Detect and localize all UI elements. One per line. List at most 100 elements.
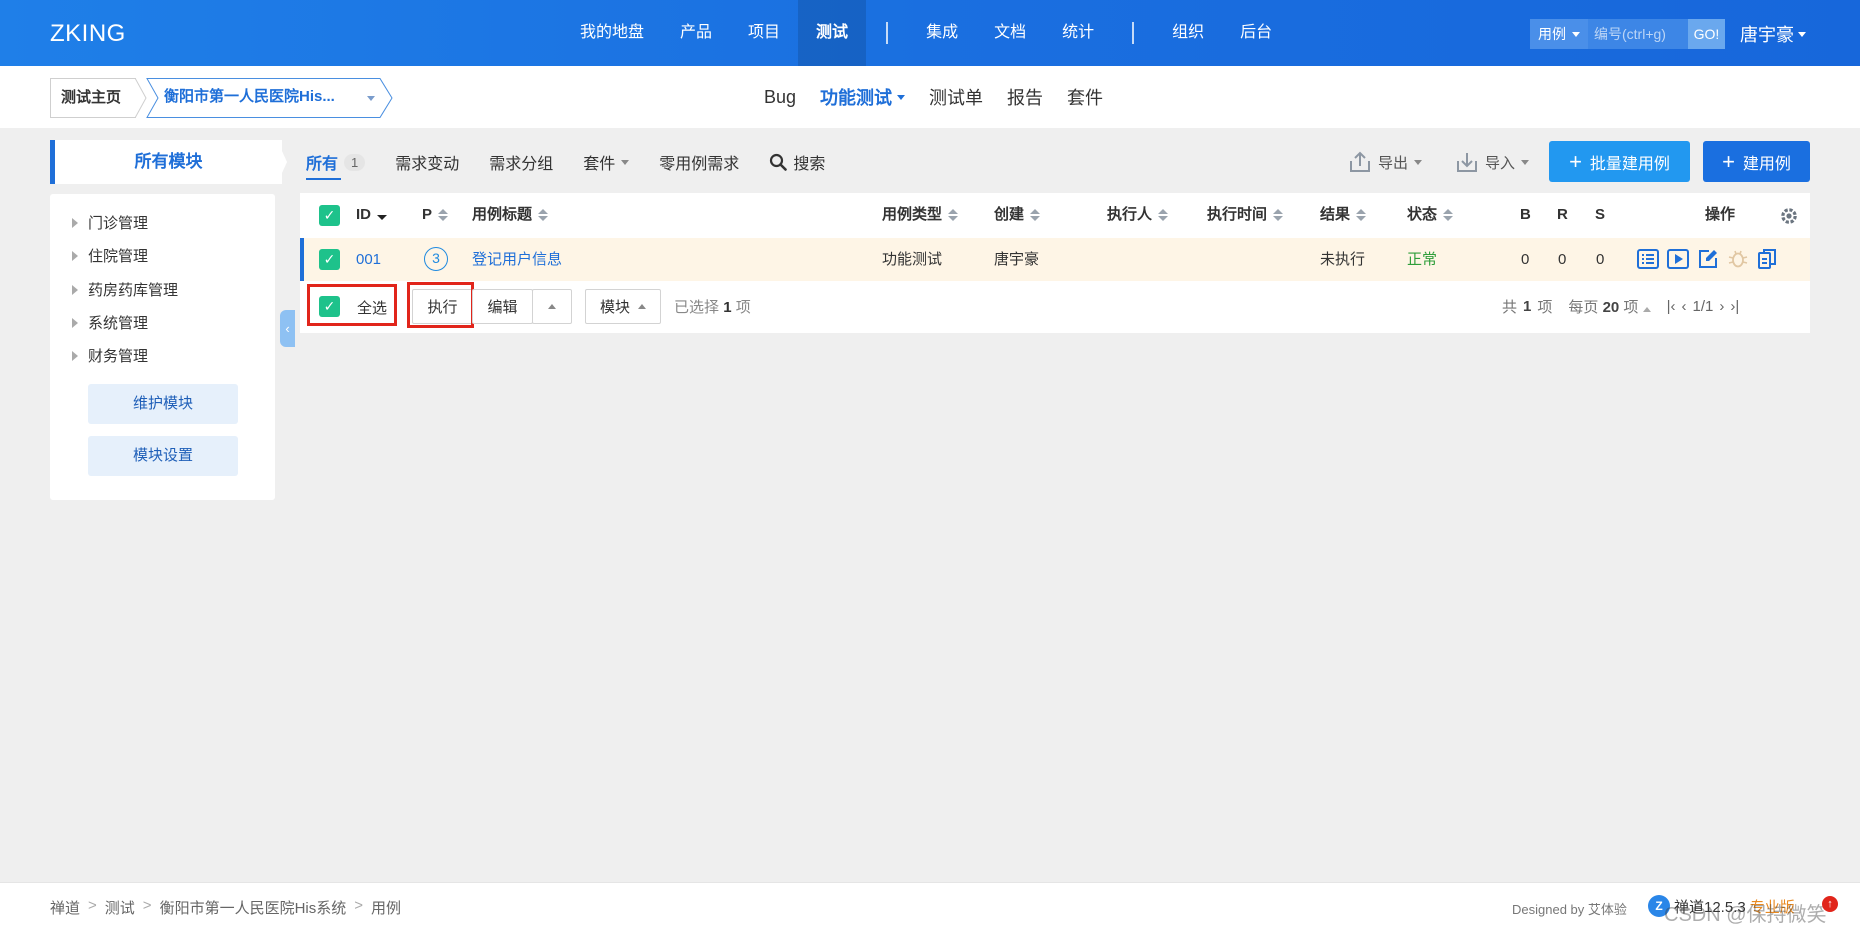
nav-item-project[interactable]: 项目 <box>730 0 798 66</box>
view-results-icon[interactable] <box>1636 247 1660 271</box>
col-header-type[interactable]: 用例类型 <box>882 193 959 237</box>
create-case-button[interactable]: + 建用例 <box>1703 141 1810 182</box>
batch-edit-button[interactable]: 编辑 <box>472 289 533 324</box>
copy-icon[interactable] <box>1756 247 1780 271</box>
maintain-module-button[interactable]: 维护模块 <box>88 384 238 424</box>
col-header-title[interactable]: 用例标题 <box>472 193 549 237</box>
first-page-icon[interactable]: |‹ <box>1667 298 1676 315</box>
module-item[interactable]: 住院管理 <box>72 245 148 266</box>
case-id-link[interactable]: 001 <box>356 238 381 281</box>
expand-icon[interactable] <box>72 317 78 328</box>
selected-suffix: 项 <box>735 299 751 316</box>
tab-label: 需求变动 <box>395 156 460 173</box>
col-header-label: ID <box>356 206 371 223</box>
subnav-report-label: 报告 <box>1007 88 1044 108</box>
tab-need-change[interactable]: 需求变动 <box>395 140 459 184</box>
search-go-button[interactable]: GO! <box>1688 19 1725 49</box>
search-type-select[interactable]: 用例 <box>1530 19 1588 49</box>
expand-icon[interactable] <box>72 250 78 261</box>
tab-label: 需求分组 <box>489 156 554 173</box>
breadcrumb-item[interactable]: 衡阳市第一人民医院His系统 <box>160 897 347 918</box>
prev-page-icon[interactable]: ‹ <box>1682 298 1687 315</box>
nav-item-report[interactable]: 统计 <box>1044 0 1112 66</box>
total-count: 1 <box>1523 298 1532 315</box>
nav-item-admin[interactable]: 后台 <box>1222 0 1290 66</box>
breadcrumb-item[interactable]: 禅道 <box>50 897 80 918</box>
select-all-checkbox[interactable]: ✓ <box>319 296 340 317</box>
all-modules-title[interactable]: 所有模块 <box>50 140 282 184</box>
tab-all[interactable]: 所有 1 <box>306 140 366 184</box>
expand-icon[interactable] <box>72 217 78 228</box>
nav-item-product[interactable]: 产品 <box>662 0 730 66</box>
edit-icon[interactable] <box>1696 247 1720 271</box>
module-item[interactable]: 系统管理 <box>72 312 148 333</box>
batch-create-case-button[interactable]: + 批量建用例 <box>1549 141 1690 182</box>
breadcrumb-test-home[interactable]: 测试主页 <box>50 78 136 118</box>
expand-icon[interactable] <box>72 350 78 361</box>
col-header-creator[interactable]: 创建 <box>994 193 1041 237</box>
subnav-suite[interactable]: 套件 <box>1055 84 1115 110</box>
case-title-link[interactable]: 登记用户信息 <box>472 238 562 281</box>
subnav-bug[interactable]: Bug <box>752 87 808 108</box>
tab-suite[interactable]: 套件 <box>583 140 630 184</box>
tab-group-by-story[interactable]: 需求分组 <box>489 140 553 184</box>
col-header-label: 用例标题 <box>472 206 533 223</box>
search-toggle[interactable]: 搜索 <box>769 140 825 184</box>
search-label: 搜索 <box>793 156 826 173</box>
alert-icon[interactable]: ↑ <box>1822 896 1838 912</box>
footer-bar: 禅道 > 测试 > 衡阳市第一人民医院His系统 > 用例 Designed b… <box>0 882 1860 930</box>
subnav-testtask[interactable]: 测试单 <box>917 84 995 110</box>
module-settings-button[interactable]: 模块设置 <box>88 436 238 476</box>
subnav-testcase[interactable]: 功能测试 <box>808 84 917 110</box>
nav-item-my[interactable]: 我的地盘 <box>562 0 662 66</box>
nav-item-test[interactable]: 测试 <box>798 0 867 66</box>
import-button[interactable]: 导入 <box>1455 140 1530 184</box>
designed-by: Designed by 艾体验 <box>1512 902 1627 917</box>
gear-icon[interactable] <box>1779 206 1799 226</box>
module-item[interactable]: 药房药库管理 <box>72 279 178 300</box>
brand-logo[interactable]: ZKING <box>50 20 126 48</box>
run-case-icon[interactable] <box>1666 247 1690 271</box>
row-checkbox[interactable]: ✓ <box>319 249 340 270</box>
per-page-control[interactable]: 每页 20 项 <box>1568 296 1651 317</box>
expand-icon[interactable] <box>72 284 78 295</box>
last-page-icon[interactable]: ›| <box>1730 298 1739 315</box>
nav-item-ci[interactable]: 集成 <box>908 0 976 66</box>
next-page-icon[interactable]: › <box>1719 298 1724 315</box>
module-item[interactable]: 财务管理 <box>72 345 148 366</box>
pager: 共 1 项 每页 20 项 |‹ ‹ 1/1 › ›| <box>1502 296 1739 317</box>
nav-item-doc[interactable]: 文档 <box>976 0 1044 66</box>
per-page-prefix: 每页 <box>1568 299 1599 316</box>
col-header-pri[interactable]: P <box>422 193 449 237</box>
tab-zero-case[interactable]: 零用例需求 <box>659 140 739 184</box>
breadcrumb-separator: > <box>88 897 97 914</box>
module-item[interactable]: 门诊管理 <box>72 212 148 233</box>
footer-tools: ↑ <box>1822 896 1838 912</box>
sort-icon <box>1443 209 1454 221</box>
export-icon <box>1350 151 1370 172</box>
col-header-executor[interactable]: 执行人 <box>1107 193 1169 237</box>
col-header-label: 结果 <box>1320 206 1351 223</box>
col-header-exec-time[interactable]: 执行时间 <box>1207 193 1284 237</box>
nav-item-company[interactable]: 组织 <box>1154 0 1222 66</box>
product-switcher-label: 衡阳市第一人民医院His... <box>164 88 335 105</box>
select-all-label[interactable]: 全选 <box>357 297 387 318</box>
user-menu[interactable]: 唐宇豪 <box>1740 21 1806 47</box>
main-nav: 我的地盘 产品 项目 测试 集成 文档 统计 组织 后台 <box>562 0 1290 66</box>
more-actions-button[interactable] <box>532 289 572 324</box>
col-header-id[interactable]: ID <box>356 193 387 237</box>
sidebar-collapse-toggle[interactable]: ‹ <box>280 310 295 347</box>
header-select-all-checkbox[interactable]: ✓ <box>319 205 340 226</box>
case-creator: 唐宇豪 <box>994 251 1040 268</box>
export-button[interactable]: 导出 <box>1348 140 1423 184</box>
product-switcher[interactable]: 衡阳市第一人民医院His... <box>146 78 384 118</box>
breadcrumb-item: 用例 <box>371 900 402 917</box>
col-header-label: 创建 <box>994 206 1025 223</box>
search-type-label: 用例 <box>1538 26 1566 42</box>
batch-module-button[interactable]: 模块 <box>585 289 661 324</box>
col-header-status[interactable]: 状态 <box>1407 193 1454 237</box>
subnav-report[interactable]: 报告 <box>995 84 1055 110</box>
col-header-result[interactable]: 结果 <box>1320 193 1367 237</box>
search-input[interactable]: 编号(ctrl+g) <box>1588 19 1688 49</box>
breadcrumb-item[interactable]: 测试 <box>105 897 135 918</box>
